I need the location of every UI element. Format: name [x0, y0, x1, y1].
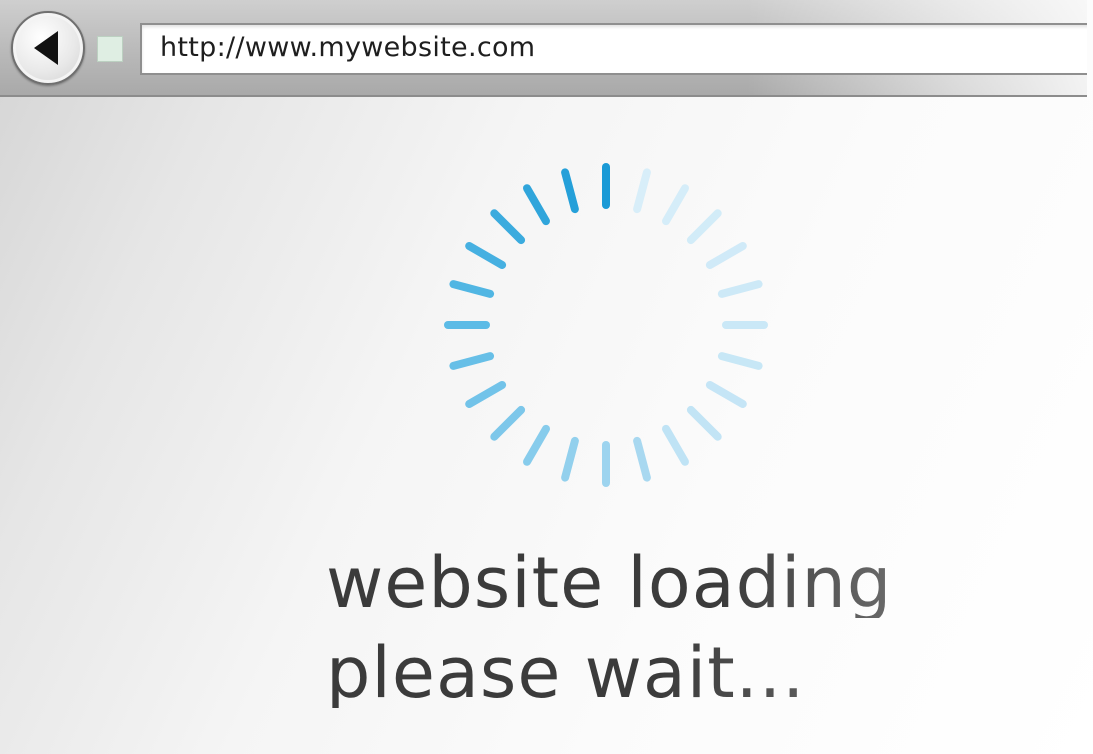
- spinner-segment: [561, 168, 579, 214]
- spinner-segment: [705, 381, 747, 408]
- spinner-segment: [662, 184, 689, 226]
- spinner-segment: [523, 184, 550, 226]
- spinner-segment: [662, 424, 689, 466]
- spinner-segment: [633, 436, 651, 482]
- spinner-segment: [561, 436, 579, 482]
- spinner-segment: [705, 242, 747, 269]
- spinner-segment: [717, 280, 763, 298]
- spinner-segment: [523, 424, 550, 466]
- spinner-segment: [490, 209, 526, 245]
- spinner-segment: [717, 352, 763, 370]
- spinner-segment: [686, 209, 722, 245]
- spinner-segment: [490, 405, 526, 441]
- spinner-segment: [465, 381, 507, 408]
- spinner-segment: [449, 352, 495, 370]
- spinner-segment: [633, 168, 651, 214]
- loading-message-line-2: please wait...: [326, 632, 806, 714]
- spinner-segment: [449, 280, 495, 298]
- spinner-segment: [465, 242, 507, 269]
- spinner-segment: [686, 405, 722, 441]
- loading-message-line-1: website loading: [326, 542, 893, 624]
